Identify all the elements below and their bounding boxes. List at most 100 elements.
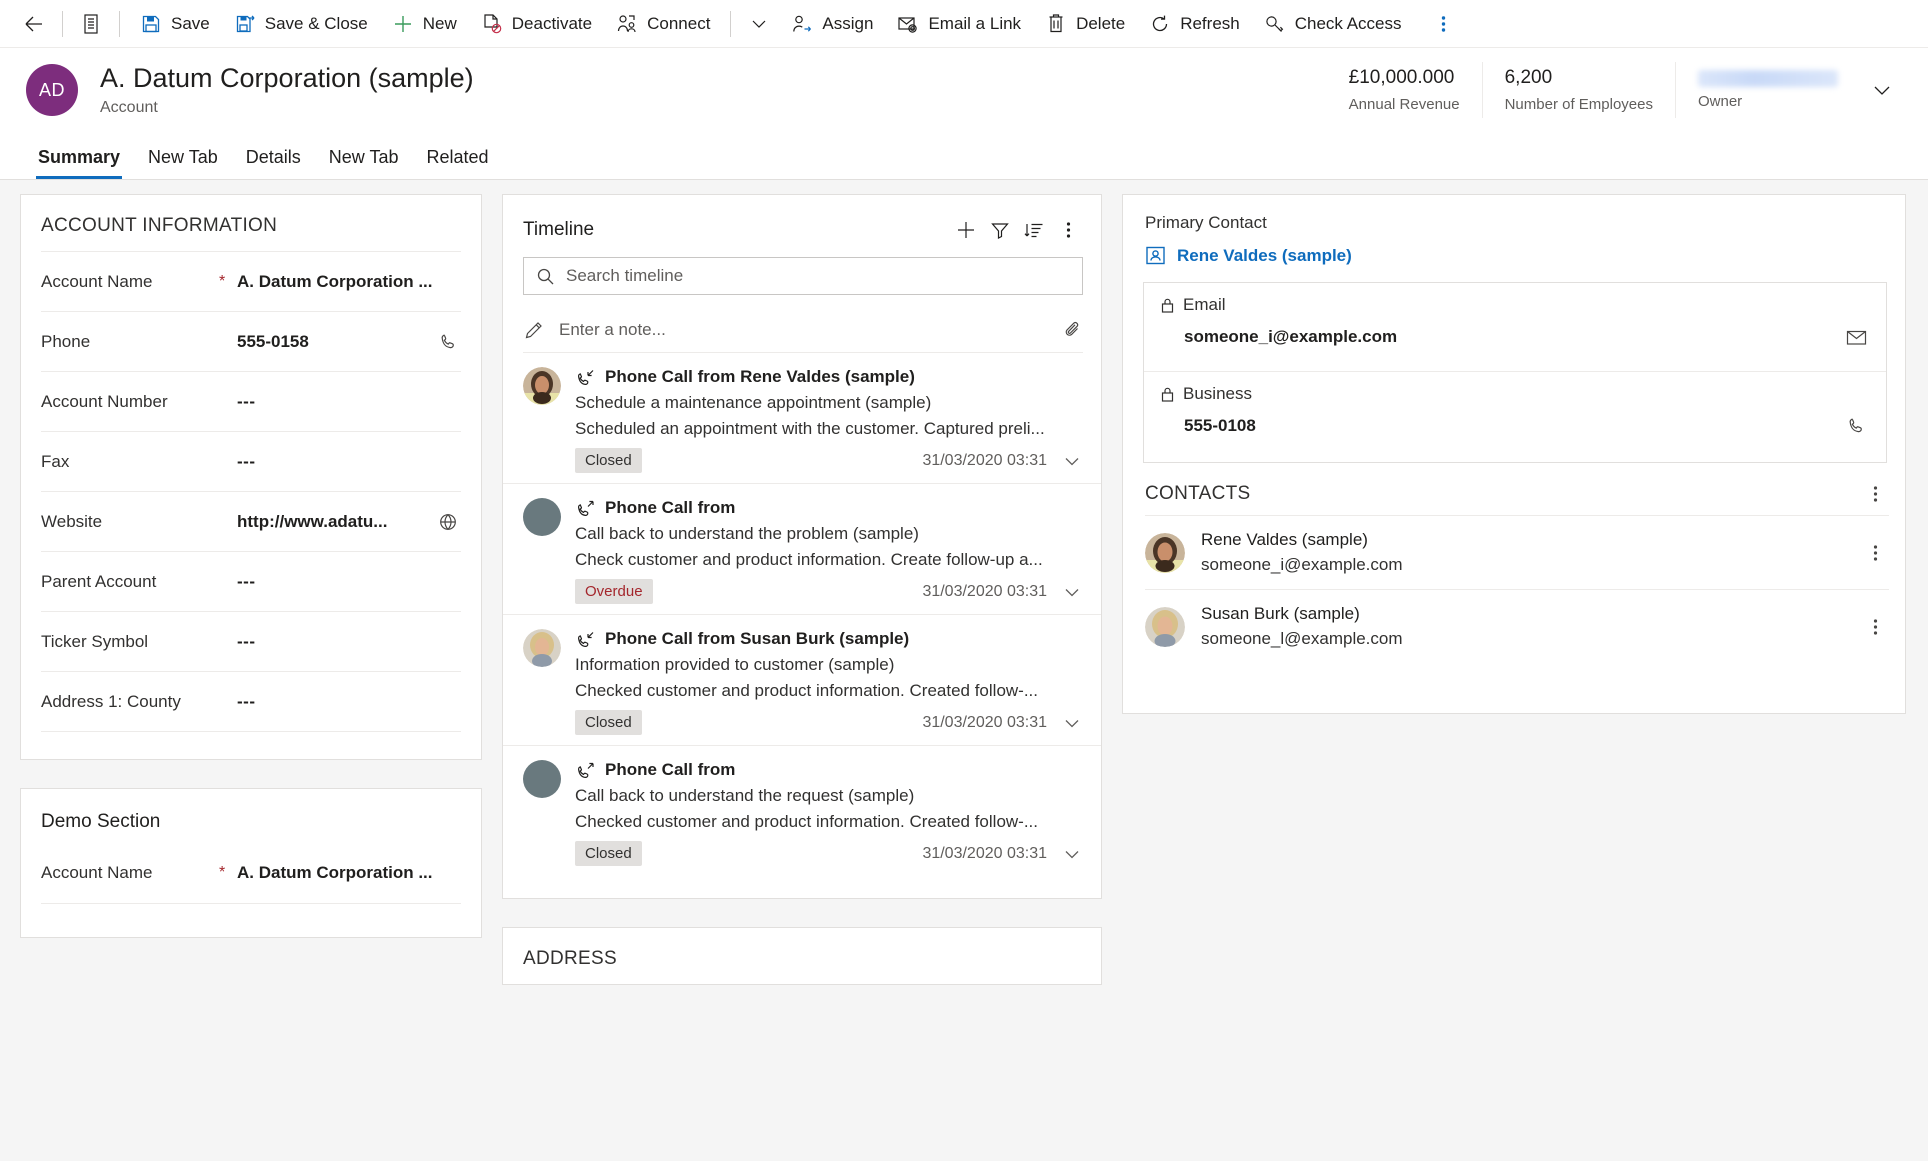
email-a-link-button[interactable]: Email a Link [885,4,1033,44]
annual-revenue-value: £10,000.000 [1348,67,1455,89]
plus-icon [392,13,414,35]
timeline-item-timestamp: 31/03/2020 03:31 [922,582,1047,600]
chevron-down-icon[interactable] [1061,450,1083,472]
form-body: ACCOUNT INFORMATION Account Name * A. Da… [0,180,1928,1161]
check-access-label: Check Access [1294,13,1402,33]
list-item[interactable]: Rene Valdes (sample) someone_i@example.c… [1145,515,1889,589]
lock-icon [1160,297,1175,314]
timeline-item-subject: Phone Call from Rene Valdes (sample) [605,367,915,386]
lock-icon [1160,386,1175,403]
timeline-more-icon[interactable] [1051,213,1085,247]
back-button[interactable] [14,4,54,44]
avatar [1145,606,1185,647]
assign-button[interactable]: Assign [779,4,885,44]
timeline-search[interactable] [523,257,1083,295]
contact-email-value-row[interactable]: someone_i@example.com [1160,315,1870,359]
timeline-note-composer[interactable] [523,307,1083,353]
tab-new-tab-2[interactable]: New Tab [315,147,413,179]
phone-call-incoming-icon [575,630,595,648]
delete-label: Delete [1076,13,1126,33]
number-of-employees-label: Number of Employees [1504,95,1653,113]
header-expand-chevron-icon[interactable] [1860,78,1904,102]
new-button[interactable]: New [380,4,469,44]
delete-button[interactable]: Delete [1033,4,1137,44]
timeline-item-line2: Checked customer and product information… [575,681,1039,700]
save-and-close-button[interactable]: Save & Close [222,4,380,44]
timeline-item-footer: Closed 31/03/2020 03:31 [575,710,1083,735]
record-header: AD A. Datum Corporation (sample) Account… [0,48,1928,132]
tab-new-tab-1[interactable]: New Tab [134,147,232,179]
timeline-item-line2: Scheduled an appointment with the custom… [575,419,1045,438]
overflow-menu-button[interactable] [1424,4,1464,44]
account-information-title: ACCOUNT INFORMATION [41,215,278,236]
connect-label: Connect [647,13,711,33]
timeline-item-body: Phone Call from Call back to understand … [575,498,1083,604]
field-phone[interactable]: Phone 555-0158 [41,311,461,371]
more-chevron-button[interactable] [739,4,779,44]
deactivate-button[interactable]: Deactivate [469,4,604,44]
tab-summary[interactable]: Summary [24,147,134,179]
avatar-initials: AD [38,79,65,100]
contact-business-value: 555-0108 [1184,416,1256,435]
field-label: Phone [41,331,91,351]
contacts-more-icon[interactable] [1861,484,1889,504]
avatar-placeholder [523,760,561,798]
list-item[interactable]: Susan Burk (sample) someone_l@example.co… [1145,589,1889,663]
phone-icon[interactable] [435,332,461,352]
phone-icon[interactable] [1842,416,1870,436]
refresh-icon [1149,13,1171,35]
note-input[interactable] [559,319,1049,340]
timeline-item-footer: Overdue 31/03/2020 03:31 [575,579,1083,604]
timeline-item[interactable]: Phone Call from Call back to understand … [503,484,1101,615]
connect-button[interactable]: Connect [604,4,722,44]
globe-icon[interactable] [435,512,461,532]
required-indicator: * [219,864,226,881]
field-demo-account-name[interactable]: Account Name * A. Datum Corporation ... [41,843,461,903]
tab-details[interactable]: Details [232,147,315,179]
field-website[interactable]: Website http://www.adatu... [41,491,461,551]
timeline-sort-icon[interactable] [1017,213,1051,247]
attachment-icon[interactable] [1063,320,1083,340]
timeline-item[interactable]: Phone Call from Call back to understand … [503,746,1101,876]
contact-more-icon[interactable] [1861,617,1889,637]
timeline-filter-icon[interactable] [983,213,1017,247]
contact-name: Rene Valdes (sample) [1201,530,1368,549]
form-selector-button[interactable] [71,4,111,44]
avatar-placeholder [523,498,561,536]
contact-business-value-row[interactable]: 555-0108 [1160,404,1870,448]
field-fax[interactable]: Fax --- [41,431,461,491]
primary-contact-link[interactable]: Rene Valdes (sample) [1123,233,1905,282]
field-ticker-symbol[interactable]: Ticker Symbol --- [41,611,461,671]
field-address-1-county[interactable]: Address 1: County --- [41,671,461,731]
tab-related[interactable]: Related [413,147,503,179]
contacts-bottom-pad [1123,663,1905,713]
chevron-down-icon[interactable] [1061,581,1083,603]
timeline-title: Timeline [523,219,595,240]
avatar [1145,532,1185,573]
header-fields: £10,000.000 Annual Revenue 6,200 Number … [1327,62,1860,118]
timeline-item-subject-row: Phone Call from [575,498,1083,518]
field-value: --- [237,391,256,411]
timeline-item[interactable]: Phone Call from Rene Valdes (sample) Sch… [503,353,1101,484]
check-access-button[interactable]: Check Access [1252,4,1414,44]
timeline-item-subject-row: Phone Call from Rene Valdes (sample) [575,367,1083,387]
field-account-name[interactable]: Account Name * A. Datum Corporation ... [41,251,461,311]
chevron-down-icon[interactable] [1061,712,1083,734]
field-account-number[interactable]: Account Number --- [41,371,461,431]
timeline-item[interactable]: Phone Call from Susan Burk (sample) Info… [503,615,1101,746]
chevron-down-icon[interactable] [1061,843,1083,865]
contact-email-label: Email [1183,295,1226,314]
save-icon [140,13,162,35]
timeline-add-icon[interactable] [949,213,983,247]
contact-more-icon[interactable] [1861,543,1889,563]
field-label: Address 1: County [41,691,181,711]
timeline-item-line1: Call back to understand the problem (sam… [575,524,919,543]
field-parent-account[interactable]: Parent Account --- [41,551,461,611]
refresh-button[interactable]: Refresh [1137,4,1252,44]
annual-revenue-label: Annual Revenue [1348,95,1460,113]
command-divider-1 [62,10,63,37]
search-input[interactable] [566,266,1070,286]
assign-label: Assign [822,13,874,33]
save-button[interactable]: Save [128,4,222,44]
mail-icon[interactable] [1842,329,1870,346]
